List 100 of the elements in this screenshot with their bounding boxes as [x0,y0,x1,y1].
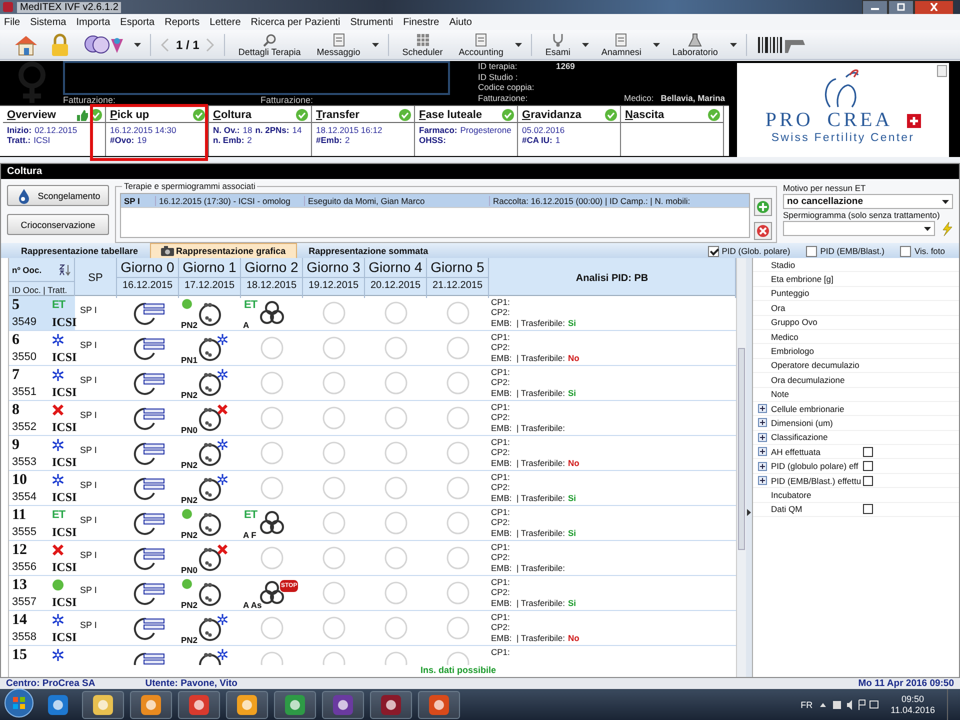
therapy-row[interactable]: SP I 16.12.2015 (17:30) - ICSI - omolog Eseguito da Momi, Gian Marco Raccolta: 16.12.2015 (00:00) | ID Camp.: | N. mobili: [121,194,749,208]
zygote-icon[interactable] [197,510,223,536]
zygote-icon[interactable] [197,475,223,501]
lightning-icon[interactable] [941,222,953,236]
day-header[interactable]: Giorno 0 [117,258,178,278]
zygote-icon[interactable] [197,300,223,326]
oocyte-cell[interactable]: 12 3556 ICSI [9,541,75,575]
column-header[interactable]: ID Ooc. | Tratt. [9,282,74,298]
toolbar-button[interactable]: Laboratorio [666,32,724,56]
menu-item[interactable]: Reports [164,16,201,28]
zygote-icon[interactable] [197,580,223,606]
oocyte-cell[interactable]: 11 ET 3555 ICSI [9,506,75,540]
oocyte-cell[interactable]: 9 3553 ICSI [9,436,75,470]
property-checkbox[interactable] [863,461,873,472]
clock[interactable]: 09:50 11.04.2016 [890,694,935,716]
stage-value: 18 [242,125,252,135]
checkbox-label[interactable]: Vis. foto [914,246,945,256]
column-header[interactable]: nº Ooc. [12,264,42,274]
oocyte-cell[interactable]: 10 3554 ICSI [9,471,75,505]
thaw-button[interactable]: Scongelamento [7,185,109,206]
menu-item[interactable]: Strumenti [349,16,394,28]
stage-card[interactable]: Overview Inizio: 02.12.2015 Tratt.: ICSI [3,106,106,156]
start-button[interactable] [4,688,34,720]
delete-icon[interactable] [754,222,772,240]
toolbar-button[interactable]: Anamnesi [595,32,648,56]
checkbox-label[interactable]: PID (Glob. polare) [722,246,790,256]
day-header[interactable]: Giorno 2 [241,258,302,278]
zygote-icon[interactable] [197,440,223,466]
stage-card[interactable]: Gravidanza 05.02.2016 #CA IU: 1 [518,106,621,156]
toolbar-button[interactable]: Scheduler [396,32,449,56]
menu-item[interactable]: Sistema [29,16,68,28]
reason-dropdown[interactable]: no cancellazione [783,194,953,209]
oocyte-cell[interactable]: 13 3557 ICSI [9,576,75,610]
menu-item[interactable]: Lettere [208,16,242,28]
property-checkbox[interactable] [863,476,873,486]
analysis-line: CP2: [491,587,510,598]
caret-icon[interactable] [132,42,143,46]
add-icon[interactable] [754,198,772,216]
menu-item[interactable]: Esporta [119,16,156,28]
property-checkbox[interactable] [863,504,873,514]
stage-card[interactable]: Coltura N. Ov.: 18 n. 2PNs: 14 n. Emb: 2 [209,106,312,156]
toolbar-button[interactable]: Esami [539,32,576,56]
column-header[interactable]: SP [75,258,117,298]
expand-icon[interactable] [758,462,766,471]
property-checkbox[interactable] [863,446,873,457]
expand-icon[interactable] [758,418,766,428]
stage-card[interactable]: Nascita [621,106,724,156]
stage-card[interactable]: Fase luteale Farmaco: Progesterone OHSS: [415,106,518,156]
expand-arrow-icon[interactable] [747,509,751,516]
tray-icons[interactable] [818,698,879,710]
oocyte-cell[interactable]: 5 ET 3549 ICSI [9,296,75,330]
view-tab[interactable]: Rappresentazione sommata [298,244,438,258]
menu-item[interactable]: Aiuto [448,16,473,28]
menu-item[interactable]: File [3,16,22,28]
minimize-button[interactable] [862,0,888,14]
day-header[interactable]: Giorno 3 [303,258,364,278]
expand-icon[interactable] [758,404,766,414]
checkbox[interactable] [708,246,719,256]
maximize-button[interactable] [888,0,914,14]
day-header[interactable]: Giorno 4 [365,258,426,278]
stage-card[interactable]: Transfer 18.12.2015 16:12 #Emb: 2 [312,106,415,156]
checkbox[interactable] [806,246,818,256]
caret-icon[interactable] [580,42,592,46]
embryo-icon[interactable] [259,510,285,536]
oocyte-cell[interactable]: 14 3558 ICSI [9,611,75,645]
menu-item[interactable]: Finestre [402,16,440,28]
zygote-icon[interactable] [197,405,223,431]
zygote-icon[interactable] [197,615,223,641]
menu-item[interactable]: Ricerca per Pazienti [250,16,342,28]
oocyte-cell[interactable]: 8 3552 ICSI [9,401,75,435]
oocyte-cell[interactable]: 15 [9,646,75,665]
language-indicator[interactable]: FR [800,700,813,710]
view-tab[interactable]: Rappresentazione grafica [150,243,297,258]
expand-icon[interactable] [758,476,766,486]
cryopreservation-button[interactable]: Crioconservazione [7,214,109,235]
expand-icon[interactable] [758,432,766,442]
menu-item[interactable]: Importa [75,16,112,28]
close-button[interactable] [914,0,954,14]
toolbar-button[interactable]: Messaggio [310,32,366,56]
embryo-icon[interactable] [259,300,285,326]
toolbar-button[interactable]: Dettagli Terapia [232,32,307,56]
view-tab[interactable]: Rappresentazione tabellare [11,244,148,258]
zygote-icon[interactable] [197,335,223,361]
caret-icon[interactable] [370,42,382,46]
day-header[interactable]: Giorno 5 [427,258,488,278]
expand-icon[interactable] [758,447,766,456]
stage-card[interactable]: Pick up 16.12.2015 14:30 #Ovo: 19 [106,106,209,156]
scrollbar[interactable] [736,258,746,677]
caret-icon[interactable] [513,42,524,46]
zygote-icon[interactable] [197,545,223,571]
caret-icon[interactable] [728,42,739,46]
oocyte-cell[interactable]: 7 3551 ICSI [9,366,75,400]
checkbox[interactable] [900,246,912,256]
checkbox-label[interactable]: PID (EMB/Blast.) [820,246,884,256]
oocyte-cell[interactable]: 6 3550 ICSI [9,331,75,365]
caret-icon[interactable] [651,42,662,46]
day-header[interactable]: Giorno 1 [179,258,240,278]
toolbar-button[interactable]: Accounting [452,32,510,56]
zygote-icon[interactable] [197,370,223,396]
sort-icon[interactable] [59,264,71,276]
